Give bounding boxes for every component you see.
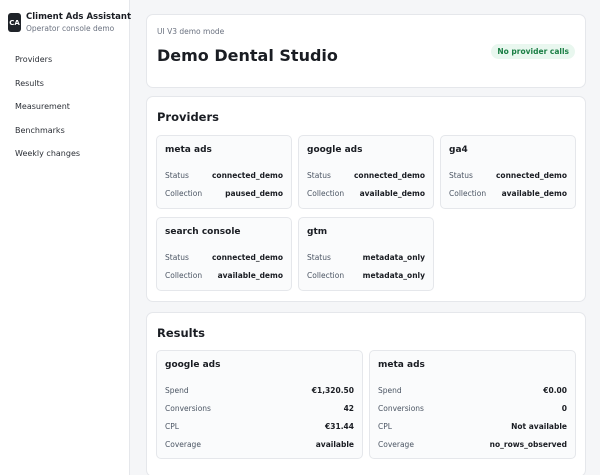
- metric-label: Spend: [378, 385, 402, 395]
- status-label: Status: [449, 170, 473, 180]
- result-row-conversions: Conversions 0: [378, 402, 567, 414]
- collection-label: Collection: [165, 188, 203, 198]
- provider-name: search console: [165, 227, 241, 237]
- status-value: connected_demo: [211, 252, 283, 262]
- metric-value: €0.00: [543, 385, 567, 395]
- result-row-cpl: CPL Not available: [378, 420, 567, 432]
- mode-label: UI V3 demo mode: [157, 27, 225, 36]
- provider-collection-row: Collection available_demo: [449, 187, 567, 199]
- provider-card-ga4: ga4 Status connected_demo Collection ava…: [440, 135, 576, 209]
- status-label: Status: [307, 170, 331, 180]
- result-row-cpl: CPL €31.44: [165, 420, 354, 432]
- nav-item-benchmarks[interactable]: Benchmarks: [15, 125, 80, 149]
- status-value: connected_demo: [353, 170, 425, 180]
- results-card: Results google ads Spend €1,320.50 Conve…: [146, 312, 586, 475]
- provider-collection-row: Collection metadata_only: [307, 269, 425, 281]
- result-row-conversions: Conversions 42: [165, 402, 354, 414]
- result-row-coverage: Coverage no_rows_observed: [378, 438, 567, 450]
- page-title: Demo Dental Studio: [157, 46, 338, 65]
- nav-item-providers[interactable]: Providers: [15, 54, 80, 78]
- app-logo-icon: CA: [8, 13, 21, 32]
- sidebar-nav: Providers Results Measurement Benchmarks…: [15, 54, 80, 172]
- providers-card: Providers meta ads Status connected_demo…: [146, 96, 586, 302]
- result-row-spend: Spend €1,320.50: [165, 384, 354, 396]
- metric-value: €1,320.50: [311, 385, 354, 395]
- provider-card-google-ads: google ads Status connected_demo Collect…: [298, 135, 434, 209]
- nav-item-measurement[interactable]: Measurement: [15, 101, 80, 125]
- result-name: meta ads: [378, 360, 425, 370]
- status-value: metadata_only: [362, 252, 425, 262]
- provider-status-row: Status connected_demo: [307, 169, 425, 181]
- metric-label: CPL: [378, 421, 392, 431]
- result-card-meta-ads: meta ads Spend €0.00 Conversions 0 CPL N…: [369, 350, 576, 459]
- results-title: Results: [157, 326, 205, 340]
- provider-collection-row: Collection available_demo: [307, 187, 425, 199]
- status-label: Status: [307, 252, 331, 262]
- provider-card-gtm: gtm Status metadata_only Collection meta…: [298, 217, 434, 291]
- provider-collection-row: Collection available_demo: [165, 269, 283, 281]
- nav-item-results[interactable]: Results: [15, 78, 80, 102]
- header-card: UI V3 demo mode Demo Dental Studio No pr…: [146, 14, 586, 88]
- result-row-coverage: Coverage available: [165, 438, 354, 450]
- brand: CA Climent Ads Assistant Operator consol…: [8, 12, 131, 34]
- metric-value: 42: [343, 403, 354, 413]
- provider-name: ga4: [449, 145, 468, 155]
- collection-value: metadata_only: [362, 270, 425, 280]
- status-badge: No provider calls: [491, 44, 575, 59]
- status-label: Status: [165, 252, 189, 262]
- collection-value: available_demo: [359, 188, 425, 198]
- provider-name: meta ads: [165, 145, 212, 155]
- provider-name: google ads: [307, 145, 363, 155]
- collection-value: paused_demo: [225, 188, 283, 198]
- provider-status-row: Status connected_demo: [449, 169, 567, 181]
- provider-status-row: Status connected_demo: [165, 251, 283, 263]
- metric-label: Conversions: [378, 403, 424, 413]
- metric-value: €31.44: [325, 421, 354, 431]
- metric-label: Coverage: [378, 439, 414, 449]
- metric-label: CPL: [165, 421, 179, 431]
- provider-collection-row: Collection paused_demo: [165, 187, 283, 199]
- metric-label: Coverage: [165, 439, 201, 449]
- collection-value: available_demo: [501, 188, 567, 198]
- metric-value: no_rows_observed: [489, 439, 567, 449]
- collection-label: Collection: [165, 270, 203, 280]
- collection-label: Collection: [449, 188, 487, 198]
- status-value: connected_demo: [495, 170, 567, 180]
- provider-name: gtm: [307, 227, 328, 237]
- providers-title: Providers: [157, 110, 219, 124]
- status-label: Status: [165, 170, 189, 180]
- app-title: Climent Ads Assistant: [26, 12, 132, 22]
- result-name: google ads: [165, 360, 221, 370]
- status-value: connected_demo: [211, 170, 283, 180]
- metric-value: 0: [561, 403, 567, 413]
- collection-label: Collection: [307, 188, 345, 198]
- app-subtitle: Operator console demo: [26, 24, 115, 33]
- metric-value: Not available: [511, 421, 567, 431]
- metric-label: Conversions: [165, 403, 211, 413]
- provider-status-row: Status metadata_only: [307, 251, 425, 263]
- nav-item-weekly-changes[interactable]: Weekly changes: [15, 148, 80, 172]
- provider-card-search-console: search console Status connected_demo Col…: [156, 217, 292, 291]
- provider-status-row: Status connected_demo: [165, 169, 283, 181]
- collection-value: available_demo: [217, 270, 283, 280]
- metric-label: Spend: [165, 385, 189, 395]
- result-row-spend: Spend €0.00: [378, 384, 567, 396]
- result-card-google-ads: google ads Spend €1,320.50 Conversions 4…: [156, 350, 363, 459]
- sidebar: CA Climent Ads Assistant Operator consol…: [0, 0, 131, 475]
- provider-card-meta-ads: meta ads Status connected_demo Collectio…: [156, 135, 292, 209]
- collection-label: Collection: [307, 270, 345, 280]
- metric-value: available: [315, 439, 354, 449]
